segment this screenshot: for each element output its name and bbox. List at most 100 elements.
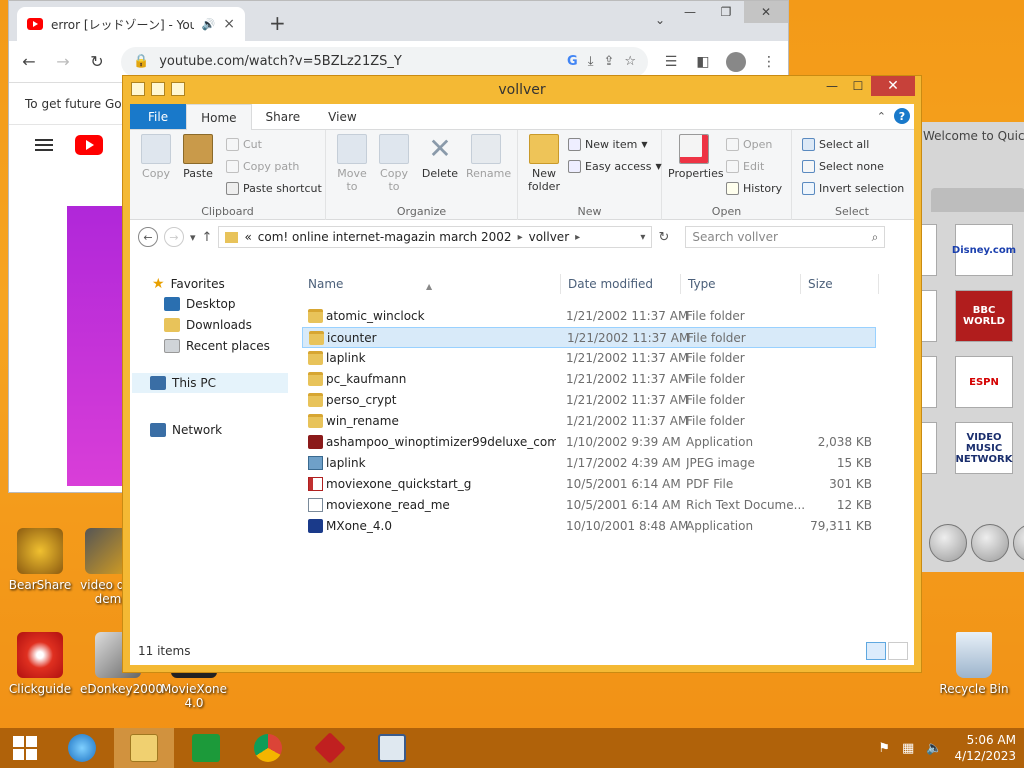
taskbar-quick-app[interactable] (362, 728, 422, 768)
refresh-icon[interactable]: ↻ (658, 230, 669, 245)
file-row[interactable]: MXone_4.0 10/10/2001 8:48 AM Application 79… (302, 516, 876, 537)
minimize-icon[interactable]: — (672, 1, 708, 23)
share-icon[interactable]: ⇪ (603, 54, 614, 69)
history-button[interactable]: History (726, 182, 782, 195)
desktop-icon-bearshare[interactable]: BearShare (2, 528, 78, 592)
lock-icon[interactable]: 🔒 (133, 54, 149, 69)
back-arrow-icon[interactable]: ← (19, 52, 39, 71)
file-row[interactable]: ashampoo_winoptimizer99deluxe_como... 1/1… (302, 432, 876, 453)
copy-button[interactable]: Copy (136, 134, 176, 180)
delete-button[interactable]: ✕ Delete (420, 134, 460, 181)
copy-to-button[interactable]: Copy to (374, 134, 414, 193)
column-header-date[interactable]: Date modified (568, 270, 653, 298)
new-tab-button[interactable]: + (269, 11, 286, 35)
back-button[interactable]: ← (138, 227, 158, 247)
breadcrumb-separator-icon[interactable]: ▸ (575, 232, 580, 243)
column-divider[interactable] (800, 274, 801, 294)
nav-downloads[interactable]: Downloads (164, 318, 252, 332)
tab-share[interactable]: Share (252, 104, 315, 129)
invert-selection-button[interactable]: Invert selection (802, 182, 904, 195)
open-button[interactable]: Open (726, 138, 772, 151)
search-box[interactable]: Search vollver ⌕ (685, 226, 886, 248)
address-prefix[interactable]: « (244, 230, 251, 244)
forward-button[interactable]: → (164, 227, 184, 247)
file-row[interactable]: perso_crypt 1/21/2002 11:37 AM File folder (302, 390, 876, 411)
properties-button[interactable]: Properties (668, 134, 724, 180)
media-queue-icon[interactable]: ☰ (662, 54, 680, 70)
install-icon[interactable]: ⤓ (588, 54, 594, 69)
tab-view[interactable]: View (314, 104, 370, 129)
move-to-button[interactable]: Move to (332, 134, 372, 193)
column-divider[interactable] (680, 274, 681, 294)
new-folder-button[interactable]: New folder (524, 134, 564, 193)
start-button[interactable] (0, 728, 50, 768)
knob-button[interactable] (971, 524, 1009, 562)
nav-network[interactable]: Network (150, 423, 222, 437)
select-all-button[interactable]: Select all (802, 138, 869, 151)
youtube-logo[interactable] (75, 135, 103, 155)
file-row[interactable]: atomic_winclock 1/21/2002 11:37 AM File fo… (302, 306, 876, 327)
tab-file[interactable]: File (130, 104, 187, 129)
reload-icon[interactable]: ↻ (87, 52, 107, 71)
explorer-titlebar[interactable]: vollver — ☐ ✕ (123, 76, 921, 104)
nav-recent-places[interactable]: Recent places (164, 339, 270, 353)
edit-button[interactable]: Edit (726, 160, 764, 173)
taskbar-chrome[interactable] (238, 728, 298, 768)
copy-path-button[interactable]: Copy path (226, 160, 299, 173)
desktop-icon-recycle-bin[interactable]: Recycle Bin (936, 632, 1012, 696)
network-status-icon[interactable]: ▦ (902, 741, 914, 756)
quick-tile-disney[interactable]: Disney.com (952, 224, 1016, 276)
forward-arrow-icon[interactable]: → (53, 52, 73, 71)
close-window-icon[interactable]: ✕ (744, 1, 788, 23)
new-item-button[interactable]: New item ▼ (568, 138, 648, 151)
taskbar-file-explorer[interactable] (114, 728, 174, 768)
column-header-name[interactable]: Name (308, 270, 343, 298)
column-divider[interactable] (878, 274, 879, 294)
nav-favorites[interactable]: ★ Favorites (152, 276, 225, 292)
large-icons-view-icon[interactable] (888, 642, 908, 660)
google-lens-icon[interactable]: G (567, 54, 578, 69)
knob-button[interactable] (1013, 524, 1024, 562)
url-text[interactable]: youtube.com/watch?v=5BZLz21ZS_Y (159, 54, 557, 69)
quick-app-tabs[interactable] (931, 188, 1024, 212)
knob-button[interactable] (929, 524, 967, 562)
address-dropdown-icon[interactable]: ▾ (640, 232, 645, 243)
tab-home[interactable]: Home (186, 104, 252, 130)
bookmark-star-icon[interactable]: ☆ (624, 54, 636, 69)
rename-button[interactable]: Rename (466, 134, 511, 180)
taskbar-internet-explorer[interactable] (52, 728, 112, 768)
menu-kebab-icon[interactable]: ⋮ (760, 54, 778, 70)
details-view-icon[interactable] (866, 642, 886, 660)
speaker-icon[interactable]: 🔊 (202, 18, 216, 31)
column-header-size[interactable]: Size (808, 270, 833, 298)
tab-search-chevron-icon[interactable]: ⌄ (655, 13, 665, 27)
column-header-type[interactable]: Type (688, 270, 716, 298)
file-row[interactable]: pc_kaufmann 1/21/2002 11:37 AM File folder (302, 369, 876, 390)
quick-tile-vmn[interactable]: VIDEO MUSIC NETWORK (955, 422, 1013, 474)
quick-tile-bbc[interactable]: BBC WORLD (955, 290, 1013, 342)
cut-button[interactable]: Cut (226, 138, 262, 151)
nav-this-pc[interactable]: This PC (132, 373, 288, 393)
taskbar-store[interactable] (176, 728, 236, 768)
file-row[interactable]: laplink 1/21/2002 11:37 AM File folder (302, 348, 876, 369)
nav-desktop[interactable]: Desktop (164, 297, 236, 311)
paste-button[interactable]: Paste (178, 134, 218, 180)
select-none-button[interactable]: Select none (802, 160, 884, 173)
up-arrow-icon[interactable]: ↑ (202, 230, 213, 245)
quick-tile-espn[interactable]: ESPN (955, 356, 1013, 408)
file-row[interactable]: icounter 1/21/2002 11:37 AM File folder (302, 327, 876, 348)
column-divider[interactable] (560, 274, 561, 294)
paste-shortcut-button[interactable]: Paste shortcut (226, 182, 322, 195)
breadcrumb-item[interactable]: com! online internet-magazin march 2002 (258, 230, 512, 244)
close-window-icon[interactable]: ✕ (871, 76, 915, 96)
maximize-icon[interactable]: ☐ (845, 76, 871, 96)
file-row[interactable]: laplink 1/17/2002 4:39 AM JPEG image 15 KB (302, 453, 876, 474)
file-row[interactable]: moviexone_read_me 10/5/2001 6:14 AM Rich T… (302, 495, 876, 516)
profile-avatar-icon[interactable] (726, 51, 746, 72)
help-icon[interactable]: ? (894, 108, 910, 124)
hamburger-menu-icon[interactable] (35, 139, 53, 151)
recent-locations-chevron-icon[interactable]: ▾ (190, 231, 196, 244)
omnibox[interactable]: 🔒 youtube.com/watch?v=5BZLz21ZS_Y G ⤓ ⇪ … (121, 46, 648, 77)
desktop-icon-clickguide[interactable]: Clickguide (2, 632, 78, 696)
chrome-tab-youtube[interactable]: error [レッドゾーン] - YouTube 🔊 × (17, 7, 245, 41)
